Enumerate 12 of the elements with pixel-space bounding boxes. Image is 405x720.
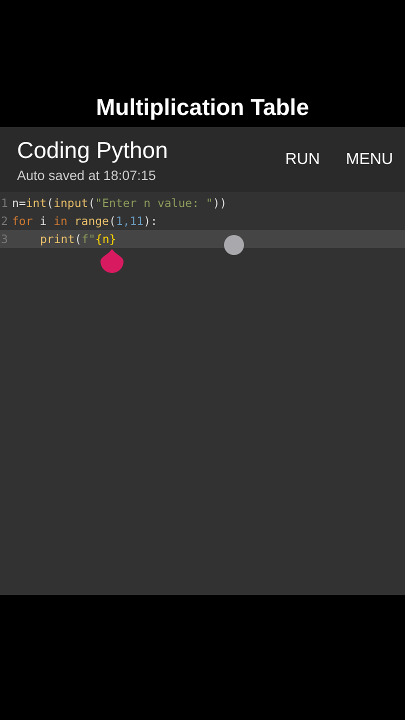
line-number: 2 — [0, 213, 9, 230]
text-cursor-handle-icon[interactable] — [100, 249, 124, 273]
code-text: for i in range(1,11): — [12, 213, 158, 230]
touch-indicator-icon — [224, 235, 244, 255]
code-text: n=int(input("Enter n value: ")) — [12, 195, 228, 212]
auto-save-status: Auto saved at 18:07:15 — [17, 168, 157, 182]
app-title: Coding Python — [17, 136, 168, 164]
line-number: 1 — [0, 195, 9, 212]
action-button[interactable]: RUN — [277, 144, 328, 174]
action-button[interactable]: MENU — [338, 144, 401, 174]
video-title: Multiplication Table — [96, 94, 309, 121]
code-text: print(f"{n} — [12, 230, 405, 248]
